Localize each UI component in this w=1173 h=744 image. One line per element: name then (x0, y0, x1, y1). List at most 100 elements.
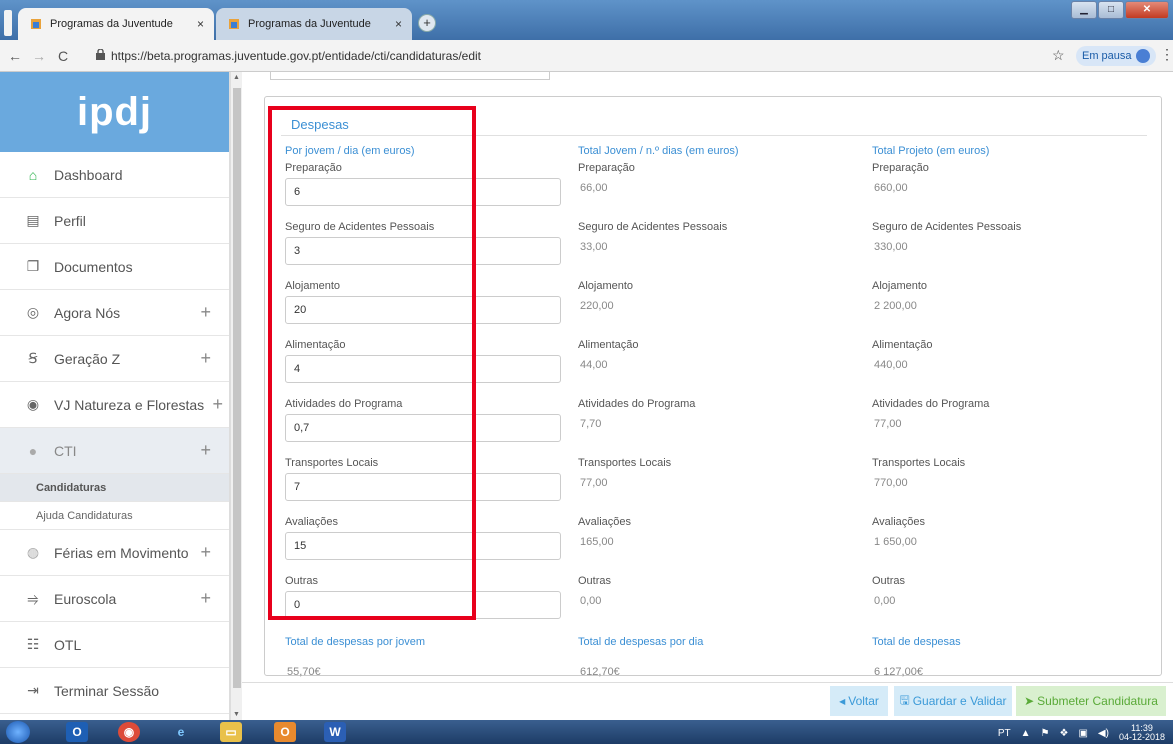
expand-icon[interactable]: + (200, 440, 211, 461)
sidebar-item-agora-nos[interactable]: ◎ Agora Nós + (0, 290, 229, 336)
scroll-down-icon[interactable]: ▼ (233, 711, 240, 718)
scroll-up-icon[interactable]: ▲ (233, 74, 240, 81)
profile-label: Em pausa (1082, 50, 1132, 62)
sidebar-item-label: VJ Natureza e Florestas (54, 396, 205, 413)
bookmark-star-icon[interactable]: ☆ (1052, 47, 1065, 64)
sidebar-item-label: Perfil (54, 212, 86, 229)
expense-row: Alojamento (285, 280, 561, 338)
tree-icon: ◉ (26, 396, 40, 412)
sidebar-subitem-candidaturas[interactable]: Candidaturas (0, 474, 229, 502)
expense-row: Preparação 66,00 (578, 162, 854, 220)
browser-tab-inactive[interactable]: Programas da Juventude × (216, 8, 412, 40)
computed-value: 330,00 (874, 241, 908, 253)
sidebar-item-otl[interactable]: ☷ OTL (0, 622, 229, 668)
word-icon[interactable]: W (324, 722, 346, 742)
field-label: Alimentação (872, 339, 933, 351)
chevron-left-icon: ◀ (839, 696, 846, 706)
atividades-input[interactable] (285, 414, 561, 442)
expand-icon[interactable]: + (200, 542, 211, 563)
expense-row: Seguro de Acidentes Pessoais (285, 221, 561, 279)
forward-icon[interactable]: → (30, 48, 48, 64)
expense-row: Alojamento 2 200,00 (872, 280, 1148, 338)
tab-close-icon[interactable]: × (197, 17, 204, 31)
field-label: Atividades do Programa (285, 398, 403, 410)
expand-icon[interactable]: + (212, 394, 223, 415)
expense-row: Avaliações 165,00 (578, 516, 854, 574)
action-bar: ◀ Voltar 🖫 Guardar e Validar ➤ Submeter … (242, 682, 1173, 720)
column-total-projeto: Total Projeto (em euros) Preparação 660,… (872, 145, 1148, 678)
field-label: Preparação (578, 162, 635, 174)
computed-value: 440,00 (874, 359, 908, 371)
new-tab-button[interactable]: + (418, 14, 436, 32)
expand-icon[interactable]: + (200, 302, 211, 323)
submeter-candidatura-button[interactable]: ➤ Submeter Candidatura (1016, 686, 1166, 716)
tab-close-icon[interactable]: × (395, 17, 402, 31)
field-label: Alojamento (578, 280, 634, 292)
seguro-input[interactable] (285, 237, 561, 265)
alimentacao-input[interactable] (285, 355, 561, 383)
field-label: Seguro de Acidentes Pessoais (578, 221, 728, 233)
favicon-icon (30, 18, 42, 30)
close-window-button[interactable]: ✕ (1125, 1, 1169, 19)
network-icon[interactable]: ▣ (1078, 728, 1087, 739)
url-text: https://beta.programas.juventude.gov.pt/… (111, 49, 482, 63)
outras-input[interactable] (285, 591, 561, 619)
start-button[interactable] (6, 721, 30, 743)
field-label: Alojamento (872, 280, 928, 292)
expense-row: Transportes Locais 77,00 (578, 457, 854, 515)
transportes-input[interactable] (285, 473, 561, 501)
outlook-icon[interactable]: O (66, 722, 88, 742)
folder-icon[interactable]: ▭ (220, 722, 242, 742)
alojamento-input[interactable] (285, 296, 561, 324)
dropbox-icon[interactable]: ❖ (1060, 728, 1069, 739)
sidebar-item-geracao-z[interactable]: Ꞩ Geração Z + (0, 336, 229, 382)
avaliacoes-input[interactable] (285, 532, 561, 560)
sidebar-item-perfil[interactable]: ▤ Perfil (0, 198, 229, 244)
scrollbar-thumb[interactable] (233, 88, 241, 688)
field-label: Seguro de Acidentes Pessoais (872, 221, 1022, 233)
field-label: Preparação (285, 162, 342, 174)
lock-icon (96, 48, 105, 63)
maximize-button[interactable]: □ (1098, 1, 1124, 19)
reload-icon[interactable]: C (54, 48, 72, 64)
sidebar-subitem-ajuda[interactable]: Ajuda Candidaturas (0, 502, 229, 530)
sidebar-item-dashboard[interactable]: ⌂ Dashboard (0, 152, 229, 198)
tray-arrow-icon[interactable]: ▲ (1021, 728, 1031, 739)
system-tray: PT ▲ ⚑ ❖ ▣ ◀) 11:39 04-12-2018 (998, 724, 1165, 742)
send-icon: ➤ (1024, 694, 1035, 708)
sidebar-item-euroscola[interactable]: ⥤ Euroscola + (0, 576, 229, 622)
expand-icon[interactable]: + (200, 348, 211, 369)
ie-icon[interactable]: e (170, 722, 192, 742)
flag-icon[interactable]: ⚑ (1041, 728, 1050, 739)
browser-tab-active[interactable]: Programas da Juventude × (18, 8, 214, 40)
sidebar-item-label: Euroscola (54, 590, 117, 607)
language-indicator[interactable]: PT (998, 728, 1011, 739)
voltar-button[interactable]: ◀ Voltar (830, 686, 888, 716)
url-field[interactable]: https://beta.programas.juventude.gov.pt/… (96, 46, 1046, 66)
volume-icon[interactable]: ◀) (1098, 728, 1109, 739)
logo-block[interactable]: ipdj (0, 72, 229, 152)
sidebar-scrollbar[interactable]: ▲ ▼ (230, 72, 242, 720)
chrome-icon[interactable]: ◉ (118, 722, 140, 742)
back-icon[interactable]: ← (6, 48, 24, 64)
menu-kebab-icon[interactable]: ⋮ (1160, 46, 1173, 63)
despesas-card: Despesas Por jovem / dia (em euros) Prep… (264, 96, 1162, 678)
sidebar-item-terminar-sessao[interactable]: ⇥ Terminar Sessão (0, 668, 229, 714)
expense-row: Alojamento 220,00 (578, 280, 854, 338)
total-value: 612,70€ (580, 666, 620, 678)
minimize-button[interactable]: ▁ (1071, 1, 1097, 19)
expand-icon[interactable]: + (200, 588, 211, 609)
sidebar-item-ferias[interactable]: ◍ Férias em Movimento + (0, 530, 229, 576)
guardar-validar-button[interactable]: 🖫 Guardar e Validar (894, 686, 1012, 716)
geracao-z-icon: Ꞩ (28, 350, 38, 366)
expense-row: Alimentação 440,00 (872, 339, 1148, 397)
total-value: 6 127,00€ (874, 666, 923, 678)
sidebar-item-documentos[interactable]: ❐ Documentos (0, 244, 229, 290)
sidebar-item-cti[interactable]: ● CTI + (0, 428, 229, 474)
sidebar-item-vj-natureza[interactable]: ◉ VJ Natureza e Florestas + (0, 382, 229, 428)
clock[interactable]: 11:39 04-12-2018 (1119, 724, 1165, 742)
profile-button[interactable]: Em pausa (1076, 46, 1156, 66)
preparacao-input[interactable] (285, 178, 561, 206)
expense-row: Atividades do Programa 7,70 (578, 398, 854, 456)
office-icon[interactable]: O (274, 722, 296, 742)
